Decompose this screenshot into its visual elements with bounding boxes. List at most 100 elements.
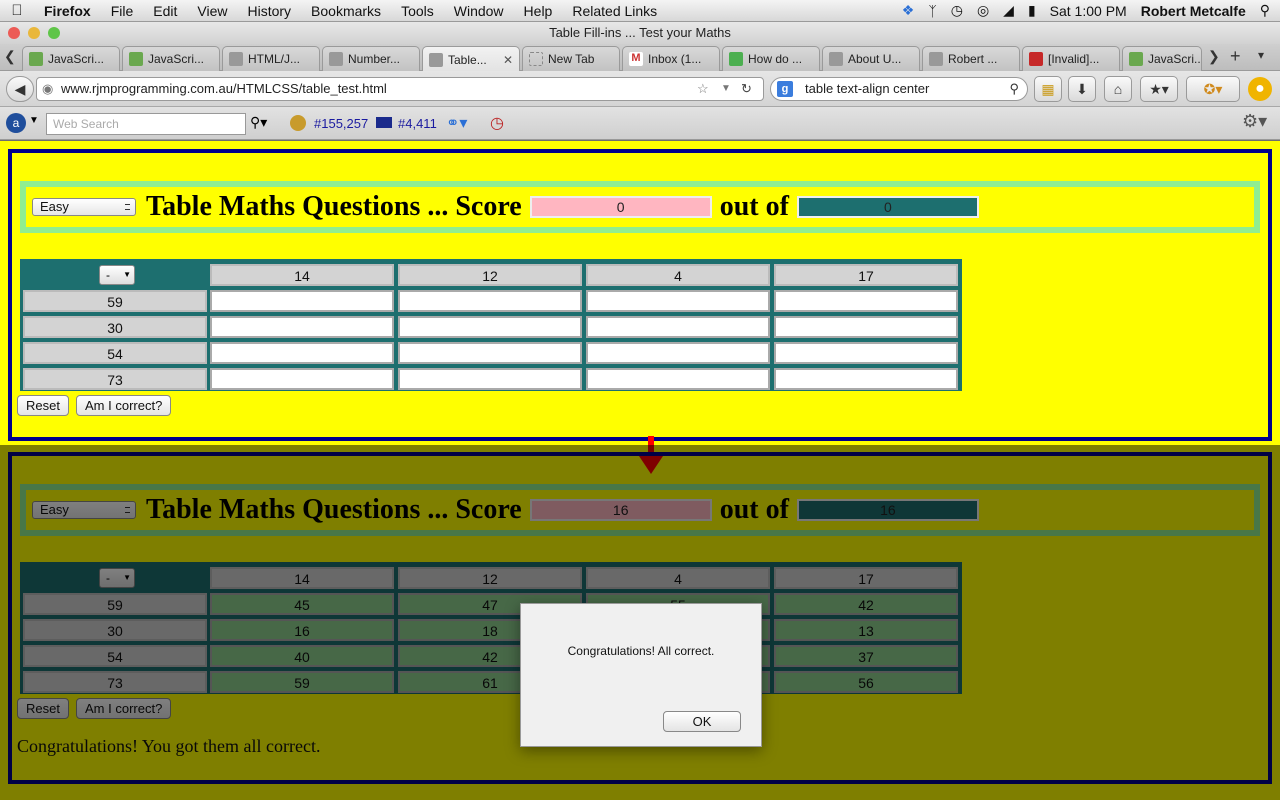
answer-input[interactable] <box>586 368 770 390</box>
back-button[interactable]: ◀ <box>6 76 34 102</box>
answer-input[interactable] <box>398 342 582 364</box>
score-value: 0 <box>616 199 625 215</box>
answer-input[interactable] <box>398 290 582 312</box>
tab-item[interactable]: [Invalid]... <box>1022 46 1120 71</box>
web-search-input[interactable]: Web Search <box>46 113 246 135</box>
ok-button[interactable]: OK <box>663 711 741 732</box>
web-search-magnifier-icon[interactable]: ⚲▾ <box>250 114 267 131</box>
settings-gear-icon[interactable]: ⚙▾ <box>1242 111 1267 132</box>
firebug-icon[interactable]: ● <box>1248 77 1272 101</box>
bookmark-star-icon[interactable]: ☆ <box>697 78 709 100</box>
tab-item[interactable]: HTML/J... <box>222 46 320 71</box>
answer-input[interactable] <box>586 290 770 312</box>
chevron-down-icon: ▼ <box>123 270 131 279</box>
answer-input[interactable] <box>398 316 582 338</box>
addon-menu-icon[interactable]: ▼ <box>29 115 39 126</box>
tab-item[interactable]: JavaScri... <box>122 46 220 71</box>
reload-icon[interactable]: ↻ <box>741 78 752 100</box>
addon-logo-icon[interactable]: a <box>6 113 26 133</box>
url-dropdown-icon[interactable]: ▼ <box>721 78 731 100</box>
tab-item[interactable]: About U... <box>822 46 920 71</box>
answer-input[interactable] <box>774 316 958 338</box>
volume-icon[interactable]: ◢ <box>1003 2 1014 19</box>
menu-window[interactable]: Window <box>444 3 514 19</box>
menu-view[interactable]: View <box>187 3 237 19</box>
new-tab-icon[interactable]: + <box>1230 46 1241 67</box>
bluetooth-icon[interactable]: ᛉ <box>928 3 936 19</box>
url-bar[interactable]: ◉ www.rjmprogramming.com.au/HTMLCSS/tabl… <box>36 77 764 101</box>
zoom-window-icon[interactable] <box>48 27 60 39</box>
tab-item[interactable]: JavaScri... <box>1122 46 1202 71</box>
column-header: 12 <box>398 264 582 286</box>
answer-input[interactable] <box>210 368 394 390</box>
answer-input[interactable] <box>210 290 394 312</box>
extension-menu-button[interactable]: ✪▾ <box>1186 76 1240 102</box>
tab-item[interactable]: New Tab <box>522 46 620 71</box>
tab-item[interactable]: Number... <box>322 46 420 71</box>
link-icon[interactable]: ⚭▾ <box>446 113 467 133</box>
extension-icon: ✪▾ <box>1203 80 1223 97</box>
menu-file[interactable]: File <box>101 3 144 19</box>
answer-input[interactable] <box>586 342 770 364</box>
menu-history[interactable]: History <box>237 3 301 19</box>
bookmarks-menu-button[interactable]: ▦ <box>1034 76 1062 102</box>
global-rank[interactable]: #155,257 <box>314 116 368 131</box>
menu-tools[interactable]: Tools <box>391 3 444 19</box>
answer-input[interactable] <box>774 290 958 312</box>
time-machine-icon[interactable]: ◷ <box>951 2 963 19</box>
menu-app-firefox[interactable]: Firefox <box>34 3 101 19</box>
menubar-clock[interactable]: Sat 1:00 PM <box>1050 3 1127 19</box>
home-button[interactable]: ⌂ <box>1104 76 1132 102</box>
alexa-globe-icon[interactable] <box>290 115 306 131</box>
answer-input[interactable] <box>774 342 958 364</box>
minimize-window-icon[interactable] <box>28 27 40 39</box>
menu-help[interactable]: Help <box>514 3 563 19</box>
close-window-icon[interactable] <box>8 27 20 39</box>
answer-input[interactable] <box>398 368 582 390</box>
score-field[interactable]: 0 <box>529 196 712 218</box>
favicon-icon <box>129 52 143 66</box>
wifi-icon[interactable]: ◎ <box>977 2 989 19</box>
battery-icon[interactable]: ▮ <box>1028 2 1036 19</box>
operator-select[interactable]: -▼ <box>99 265 135 285</box>
google-engine-icon[interactable]: g <box>777 81 793 97</box>
menu-edit[interactable]: Edit <box>143 3 187 19</box>
apple-icon[interactable]:  <box>0 2 34 19</box>
am-i-correct-button[interactable]: Am I correct? <box>76 395 172 416</box>
favicon-icon <box>29 52 43 66</box>
search-magnifier-icon[interactable]: ⚲ <box>1009 78 1019 100</box>
search-bar[interactable]: g table text-align center ⚲ <box>770 77 1028 101</box>
close-tab-icon[interactable]: ✕ <box>503 53 513 67</box>
out-of-label: out of <box>719 191 789 222</box>
answer-input[interactable] <box>586 316 770 338</box>
menu-bookmarks[interactable]: Bookmarks <box>301 3 391 19</box>
tab-item[interactable]: How do ... <box>722 46 820 71</box>
dropbox-icon[interactable]: ❖ <box>902 2 915 19</box>
reset-button[interactable]: Reset <box>17 395 69 416</box>
tabs-scroll-right-icon[interactable]: ❯ <box>1208 48 1220 65</box>
tabs-scroll-left-icon[interactable]: ❮ <box>4 48 16 65</box>
tab-item[interactable]: M Inbox (1... <box>622 46 720 71</box>
spotlight-search-icon[interactable]: ⚲ <box>1260 2 1270 19</box>
out-of-field[interactable]: 0 <box>796 196 979 218</box>
menubar-user[interactable]: Robert Metcalfe <box>1141 3 1246 19</box>
site-identity-icon[interactable]: ◉ <box>42 78 53 100</box>
url-text: www.rjmprogramming.com.au/HTMLCSS/table_… <box>61 81 387 96</box>
answer-input[interactable] <box>210 316 394 338</box>
tab-item-active[interactable]: Table... ✕ <box>422 46 520 72</box>
menu-related-links[interactable]: Related Links <box>562 3 667 19</box>
answer-input[interactable] <box>774 368 958 390</box>
bookmark-toolbar-button[interactable]: ★▾ <box>1140 76 1178 102</box>
country-rank[interactable]: #4,411 <box>398 116 437 131</box>
navigation-toolbar: ◀ ◉ www.rjmprogramming.com.au/HTMLCSS/ta… <box>0 71 1280 107</box>
row-header: 54 <box>23 342 207 364</box>
list-all-tabs-icon[interactable]: ▾ <box>1258 48 1264 62</box>
answer-input[interactable] <box>210 342 394 364</box>
downloads-button[interactable]: ⬇ <box>1068 76 1096 102</box>
alert-dialog: Congratulations! All correct. OK <box>520 603 762 747</box>
tab-item[interactable]: JavaScri... <box>22 46 120 71</box>
favicon-icon <box>1029 52 1043 66</box>
timer-icon[interactable]: ◷ <box>490 113 504 133</box>
difficulty-select[interactable]: Easy <box>32 198 136 216</box>
tab-item[interactable]: Robert ... <box>922 46 1020 71</box>
